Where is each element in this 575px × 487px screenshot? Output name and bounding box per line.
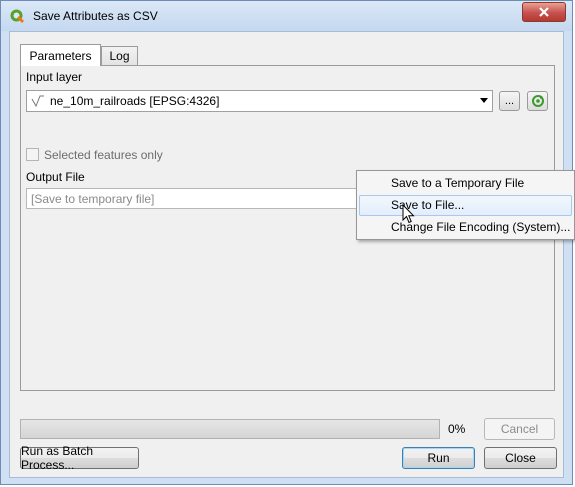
output-context-menu: Save to a Temporary File Save to File...… bbox=[356, 170, 575, 240]
input-layer-combobox[interactable]: ne_10m_railroads [EPSG:4326] bbox=[26, 90, 493, 112]
browse-label: ... bbox=[504, 95, 515, 107]
line-layer-icon bbox=[31, 95, 44, 108]
dialog-window: Save Attributes as CSV Parameters Log In… bbox=[0, 0, 573, 485]
run-button[interactable]: Run bbox=[402, 447, 475, 469]
qgis-icon bbox=[10, 9, 25, 24]
chevron-down-icon bbox=[480, 98, 488, 103]
progress-percent: 0% bbox=[448, 422, 466, 436]
tab-parameters[interactable]: Parameters bbox=[20, 44, 101, 66]
progress-bar bbox=[20, 419, 440, 439]
dialog-body: Parameters Log Input layer ne_10m_railro… bbox=[9, 31, 564, 478]
menu-item-save-to-file[interactable]: Save to File... bbox=[359, 195, 572, 216]
iterate-features-button[interactable] bbox=[527, 91, 548, 111]
title-bar[interactable]: Save Attributes as CSV bbox=[1, 1, 572, 31]
menu-item-change-encoding[interactable]: Change File Encoding (System)... bbox=[359, 217, 572, 238]
input-layer-label: Input layer bbox=[26, 70, 83, 84]
cancel-button[interactable]: Cancel bbox=[484, 418, 555, 440]
menu-item-save-temporary[interactable]: Save to a Temporary File bbox=[359, 173, 572, 194]
window-close-button[interactable] bbox=[522, 2, 566, 22]
tab-log[interactable]: Log bbox=[101, 46, 138, 65]
window-title: Save Attributes as CSV bbox=[33, 9, 158, 23]
selected-only-checkbox[interactable] bbox=[26, 148, 39, 161]
browse-layer-button[interactable]: ... bbox=[499, 91, 520, 111]
input-layer-value: ne_10m_railroads [EPSG:4326] bbox=[50, 94, 220, 108]
output-file-label: Output File bbox=[26, 170, 85, 184]
close-button[interactable]: Close bbox=[484, 447, 557, 469]
run-batch-button[interactable]: Run as Batch Process... bbox=[20, 444, 139, 472]
mouse-cursor-icon bbox=[402, 204, 415, 224]
refresh-icon bbox=[531, 95, 544, 107]
selected-only-label: Selected features only bbox=[44, 148, 163, 162]
close-icon bbox=[539, 7, 549, 17]
